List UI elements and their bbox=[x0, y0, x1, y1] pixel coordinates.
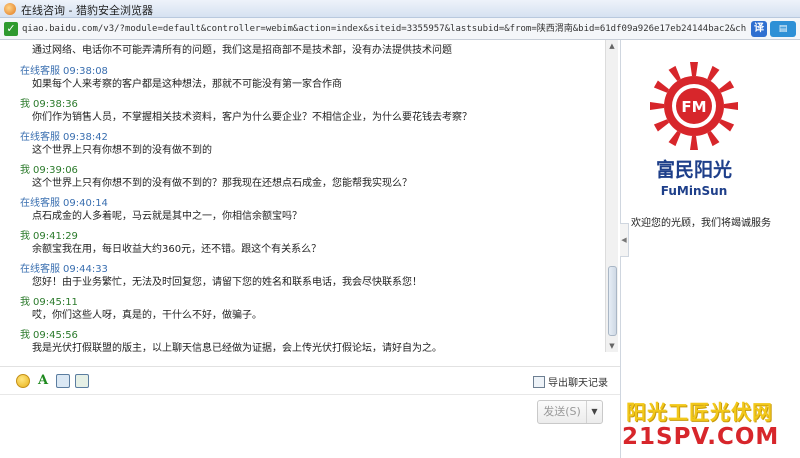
message-time: 09:38:42 bbox=[63, 132, 108, 143]
message-header: 在线客服 09:38:08 bbox=[20, 66, 605, 78]
message-time: 09:44:33 bbox=[63, 264, 108, 275]
chat-message: 我 09:39:06 这个世界上只有你想不到的没有做不到的？那我现在还想点石成金，… bbox=[20, 165, 605, 190]
sender-name: 在线客服 bbox=[20, 264, 60, 275]
message-header: 我 09:45:56 bbox=[20, 330, 605, 342]
chat-message: 我 09:41:29 余额宝我在用，每日收益大约360元，还不错。跟这个有关系么？ bbox=[20, 231, 605, 256]
message-header: 在线客服 09:40:14 bbox=[20, 198, 605, 210]
url-field[interactable]: qiao.baidu.com/v3/?module=default&contro… bbox=[22, 22, 746, 37]
share-icon[interactable]: ▤ bbox=[770, 21, 796, 37]
logo-mark: FM bbox=[681, 98, 706, 116]
translate-icon[interactable]: 译 bbox=[751, 21, 767, 37]
sender-name: 我 bbox=[20, 99, 30, 110]
message-time: 09:38:08 bbox=[63, 66, 108, 77]
message-time: 09:45:56 bbox=[33, 330, 78, 341]
scroll-up-icon[interactable]: ▲ bbox=[606, 40, 618, 52]
chat-message: 在线客服 09:38:42 这个世界上只有你想不到的没有做不到的 bbox=[20, 132, 605, 157]
cheetah-browser-icon bbox=[4, 3, 16, 15]
sender-name: 我 bbox=[20, 297, 30, 308]
chat-message: 我 09:45:11 哎，你们这些人呀，真是的，干什么不好，做骗子。 bbox=[20, 297, 605, 322]
chat-message: 在线客服 09:38:08 如果每个人来考察的客户都是这种想法，那就不可能没有第一… bbox=[20, 66, 605, 91]
send-button-group: 发送(S) ▼ bbox=[537, 400, 603, 424]
collapse-panel-icon[interactable]: ◀ bbox=[620, 223, 629, 257]
message-text: 哎，你们这些人呀，真是的，干什么不好，做骗子。 bbox=[32, 310, 262, 321]
title-bar: 在线咨询 - 猎豹安全浏览器 bbox=[0, 0, 800, 18]
chat-message: 通过网络、电话你不可能弄清所有的问题，我们这是招商部不是技术部，没有办法提供技术… bbox=[20, 40, 605, 57]
message-header: 我 09:38:36 bbox=[20, 99, 605, 111]
chat-transcript: 通过网络、电话你不可能弄清所有的问题，我们这是招商部不是技术部，没有办法提供技术… bbox=[0, 40, 620, 352]
message-text: 如果每个人来考察的客户都是这种想法，那就不可能没有第一家合作商 bbox=[32, 79, 342, 90]
export-chat-button[interactable]: 导出聊天记录 bbox=[533, 374, 608, 389]
sender-name: 我 bbox=[20, 330, 30, 341]
sender-name: 我 bbox=[20, 231, 30, 242]
logo-name-en: FuMinSun bbox=[661, 184, 727, 198]
chat-scrollbar[interactable]: ▲ ▼ bbox=[605, 40, 618, 352]
export-document-icon bbox=[533, 376, 545, 388]
message-time: 09:45:11 bbox=[33, 297, 78, 308]
message-time: 09:40:14 bbox=[63, 198, 108, 209]
message-text: 这个世界上只有你想不到的没有做不到的 bbox=[32, 145, 212, 156]
company-logo: FM 富民阳光 FuMinSun bbox=[633, 58, 755, 208]
file-upload-icon[interactable] bbox=[75, 374, 89, 388]
watermark-domain: 21SPV.COM bbox=[622, 424, 780, 450]
chat-message: 在线客服 09:44:33 您好！由于业务繁忙，无法及时回复您，请留下您的姓名和联… bbox=[20, 264, 605, 289]
welcome-text: 欢迎您的光顾，我们将竭诚服务 bbox=[631, 218, 771, 229]
message-text: 通过网络、电话你不可能弄清所有的问题，我们这是招商部不是技术部，没有办法提供技术… bbox=[32, 45, 452, 56]
sender-name: 在线客服 bbox=[20, 66, 60, 77]
message-header: 在线客服 09:44:33 bbox=[20, 264, 605, 276]
message-header: 我 09:41:29 bbox=[20, 231, 605, 243]
sender-name: 我 bbox=[20, 165, 30, 176]
sun-logo-icon: FM 富民阳光 FuMinSun bbox=[650, 62, 738, 198]
send-options-dropdown[interactable]: ▼ bbox=[586, 401, 602, 423]
logo-name-cn: 富民阳光 bbox=[656, 158, 732, 181]
message-time: 09:41:29 bbox=[33, 231, 78, 242]
message-header: 在线客服 09:38:42 bbox=[20, 132, 605, 144]
window-title: 在线咨询 - 猎豹安全浏览器 bbox=[21, 4, 153, 17]
sender-name: 在线客服 bbox=[20, 132, 60, 143]
message-text: 我是光伏打假联盟的版主，以上聊天信息已经做为证据，会上传光伏打假论坛，请好自为之… bbox=[32, 343, 442, 352]
message-text: 你们作为销售人员，不掌握相关技术资料，客户为什么要企业？不相信企业，为什么要花钱… bbox=[32, 112, 472, 123]
message-input[interactable]: 发送(S) ▼ bbox=[0, 394, 620, 458]
scroll-thumb[interactable] bbox=[608, 266, 617, 336]
message-header: 我 09:39:06 bbox=[20, 165, 605, 177]
address-bar: ✓ qiao.baidu.com/v3/?module=default&cont… bbox=[0, 18, 800, 40]
message-time: 09:39:06 bbox=[33, 165, 78, 176]
message-toolbar: A 导出聊天记录 bbox=[0, 366, 620, 394]
message-time: 09:38:36 bbox=[33, 99, 78, 110]
smiley-icon[interactable] bbox=[16, 374, 30, 388]
screenshot-icon[interactable] bbox=[56, 374, 70, 388]
site-watermark: 阳光工匠光伏网 21SPV.COM bbox=[616, 392, 800, 458]
message-header: 我 09:45:11 bbox=[20, 297, 605, 309]
scroll-down-icon[interactable]: ▼ bbox=[606, 340, 618, 352]
font-icon[interactable]: A bbox=[38, 374, 52, 388]
sender-name: 在线客服 bbox=[20, 198, 60, 209]
send-button[interactable]: 发送(S) bbox=[538, 401, 586, 423]
chat-message: 我 09:38:36 你们作为销售人员，不掌握相关技术资料，客户为什么要企业？不相… bbox=[20, 99, 605, 124]
chat-message: 在线客服 09:40:14 点石成金的人多着呢，马云就是其中之一，你相信余额宝吗？ bbox=[20, 198, 605, 223]
export-chat-label: 导出聊天记录 bbox=[548, 378, 608, 389]
watermark-title: 阳光工匠光伏网 bbox=[626, 400, 773, 424]
message-text: 余额宝我在用，每日收益大约360元，还不错。跟这个有关系么？ bbox=[32, 244, 322, 255]
shield-check-icon: ✓ bbox=[4, 22, 18, 36]
message-text: 这个世界上只有你想不到的没有做不到的？那我现在还想点石成金，您能帮我实现么？ bbox=[32, 178, 412, 189]
chat-message: 我 09:45:56 我是光伏打假联盟的版主，以上聊天信息已经做为证据，会上传光伏… bbox=[20, 330, 605, 352]
message-list: 通过网络、电话你不可能弄清所有的问题，我们这是招商部不是技术部，没有办法提供技术… bbox=[20, 40, 605, 352]
message-text: 点石成金的人多着呢，马云就是其中之一，你相信余额宝吗？ bbox=[32, 211, 302, 222]
message-text: 您好！由于业务繁忙，无法及时回复您，请留下您的姓名和联系电话，我会尽快联系您！ bbox=[32, 277, 422, 288]
